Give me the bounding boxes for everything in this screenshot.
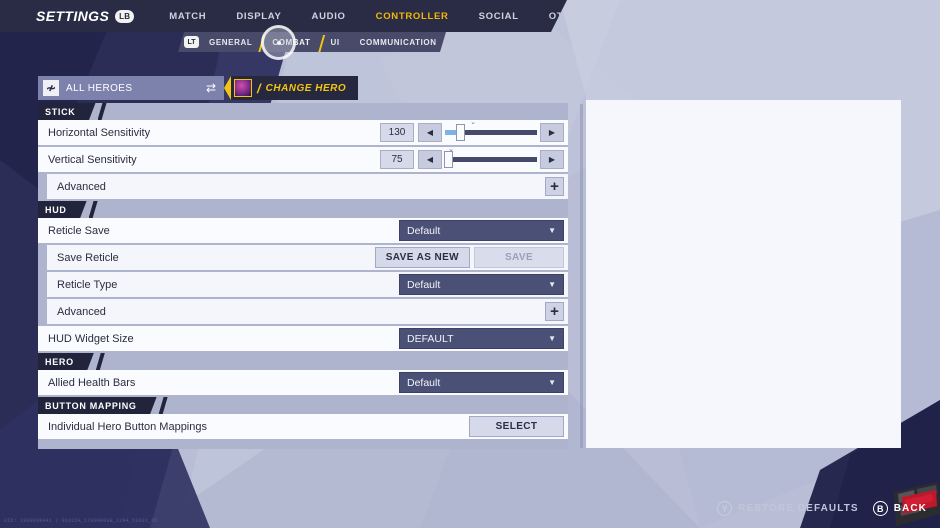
section-header-stick: STICK (38, 103, 568, 120)
change-hero-label: CHANGE HERO (265, 82, 347, 94)
section-header-accent (158, 397, 168, 414)
left-bumper-badge: LB (115, 9, 135, 23)
section-title: HUD (38, 201, 74, 218)
swap-arrows-icon: ⇄ (205, 81, 216, 95)
section-header-button-mapping: BUTTON MAPPING (38, 397, 568, 414)
save-button: SAVE (474, 247, 564, 268)
setting-row-reticle-save[interactable]: Reticle Save Default ▼ (38, 218, 568, 243)
page-title: SETTINGS (36, 8, 110, 24)
back-button[interactable]: B BACK (872, 501, 927, 516)
hero-select-dropdown[interactable]: ≁ ALL HEROES ⇄ (38, 76, 224, 100)
setting-label: Vertical Sensitivity (48, 153, 137, 166)
sub-navigation-bar: LT GENERAL COMBAT UI COMMUNICATION RT (178, 32, 446, 52)
plus-icon[interactable]: + (545, 302, 564, 321)
tab-audio[interactable]: AUDIO (297, 11, 361, 22)
subtab-communication[interactable]: COMMUNICATION (350, 38, 446, 47)
setting-label: Reticle Type (57, 278, 118, 291)
setting-label: Allied Health Bars (48, 376, 136, 389)
setting-row-vertical-sensitivity[interactable]: Vertical Sensitivity 75 ◀ ⌄ ▶ (38, 146, 568, 172)
slider-default-notch: ⌄ (470, 119, 477, 126)
section-header-tail (82, 103, 96, 120)
chevron-down-icon: ▼ (548, 279, 556, 289)
setting-value-box[interactable]: 130 (380, 123, 414, 142)
section-header-tail (73, 201, 87, 218)
b-button-icon: B (872, 501, 888, 516)
settings-screen: SETTINGS LB MATCH DISPLAY AUDIO CONTROLL… (0, 0, 940, 528)
dropdown-value: Default (407, 224, 441, 237)
subtab-ui[interactable]: UI (320, 38, 349, 47)
shuffle-hero-icon: ≁ (43, 80, 59, 96)
slider-knob[interactable] (443, 151, 453, 168)
setting-dropdown[interactable]: Default ▼ (399, 372, 564, 393)
section-header-accent (88, 201, 98, 218)
plus-icon[interactable]: + (545, 177, 564, 196)
setting-label: Horizontal Sensitivity (48, 126, 151, 139)
tab-social[interactable]: SOCIAL (464, 11, 534, 22)
setting-row-reticle-type[interactable]: Reticle Type Default ▼ (47, 272, 568, 297)
left-arrow-icon[interactable]: ◀ (418, 150, 442, 169)
setting-label: Advanced (57, 305, 106, 318)
setting-dropdown[interactable]: Default ▼ (399, 220, 564, 241)
section-title: BUTTON MAPPING (38, 397, 144, 414)
setting-row-allied-health-bars[interactable]: Allied Health Bars Default ▼ (38, 370, 568, 395)
sensitivity-slider[interactable]: ⌄ (445, 119, 537, 142)
right-arrow-icon[interactable]: ▶ (540, 150, 564, 169)
section-header-tail (80, 353, 94, 370)
tab-match[interactable]: MATCH (154, 11, 221, 22)
build-id-text: UID: 1909898441 | 01922A_17000000B_1294_… (4, 518, 158, 524)
change-hero-button[interactable]: / CHANGE HERO (223, 76, 359, 100)
sensitivity-slider[interactable]: ⌄ (443, 146, 537, 169)
footer-actions: Y RESTORE DEFAULTS B BACK (717, 501, 927, 516)
hero-select-label: ALL HEROES (66, 82, 133, 94)
dropdown-value: Default (407, 376, 441, 389)
setting-label: Individual Hero Button Mappings (48, 420, 207, 433)
chevron-down-icon: ▼ (548, 377, 556, 387)
tab-controller[interactable]: CONTROLLER (361, 11, 464, 22)
setting-row-advanced[interactable]: Advanced + (47, 299, 568, 324)
chevron-down-icon: ▼ (548, 225, 556, 235)
restore-defaults-button[interactable]: Y RESTORE DEFAULTS (717, 501, 859, 516)
dropdown-value: DEFAULT (407, 332, 454, 345)
section-title: STICK (38, 103, 83, 120)
subtab-general[interactable]: GENERAL (199, 38, 262, 47)
section-header-hero: HERO (38, 353, 568, 370)
y-button-icon: Y (717, 501, 733, 516)
setting-row-advanced[interactable]: Advanced + (47, 174, 568, 199)
setting-dropdown[interactable]: DEFAULT ▼ (399, 328, 564, 349)
settings-panel: STICK Horizontal Sensitivity 130 ◀ ⌄ ▶ Vertica… (38, 103, 568, 449)
back-label: BACK (893, 503, 927, 514)
chevron-down-icon: ▼ (548, 333, 556, 343)
preview-panel (580, 100, 901, 448)
setting-row-individual-hero-button-mappings[interactable]: Individual Hero Button Mappings SELECT (38, 414, 568, 439)
left-arrow-icon[interactable]: ◀ (418, 123, 442, 142)
cursor-loading-ring (261, 25, 296, 60)
sub-tab-list: LT GENERAL COMBAT UI COMMUNICATION RT (184, 36, 446, 48)
section-title: HERO (38, 353, 81, 370)
save-as-new-button[interactable]: SAVE AS NEW (374, 247, 470, 268)
hero-filter-bar: ≁ ALL HEROES ⇄ / CHANGE HERO (38, 76, 359, 100)
setting-label: HUD Widget Size (48, 332, 134, 345)
setting-label: Advanced (57, 180, 106, 193)
setting-row-horizontal-sensitivity[interactable]: Horizontal Sensitivity 130 ◀ ⌄ ▶ (38, 119, 568, 145)
dropdown-value: Default (407, 278, 441, 291)
setting-row-save-reticle[interactable]: Save Reticle SAVE AS NEW SAVE (47, 245, 568, 270)
right-arrow-icon[interactable]: ▶ (540, 123, 564, 142)
hero-portrait-avatar (234, 79, 252, 97)
tab-display[interactable]: DISPLAY (221, 11, 296, 22)
restore-defaults-label: RESTORE DEFAULTS (738, 503, 859, 514)
section-header-accent (95, 353, 105, 370)
section-header-tail (143, 397, 157, 414)
slider-knob[interactable] (455, 124, 465, 141)
divider-slash-icon: / (257, 80, 261, 96)
section-header-hud: HUD (38, 201, 568, 218)
setting-dropdown[interactable]: Default ▼ (399, 274, 564, 295)
setting-row-hud-widget-size[interactable]: HUD Widget Size DEFAULT ▼ (38, 326, 568, 351)
left-trigger-badge: LT (184, 36, 199, 48)
setting-value-box[interactable]: 75 (380, 150, 414, 169)
setting-label: Save Reticle (57, 251, 119, 264)
setting-label: Reticle Save (48, 224, 110, 237)
section-header-accent (97, 103, 107, 120)
slider-track (445, 157, 537, 162)
select-button[interactable]: SELECT (469, 416, 564, 437)
